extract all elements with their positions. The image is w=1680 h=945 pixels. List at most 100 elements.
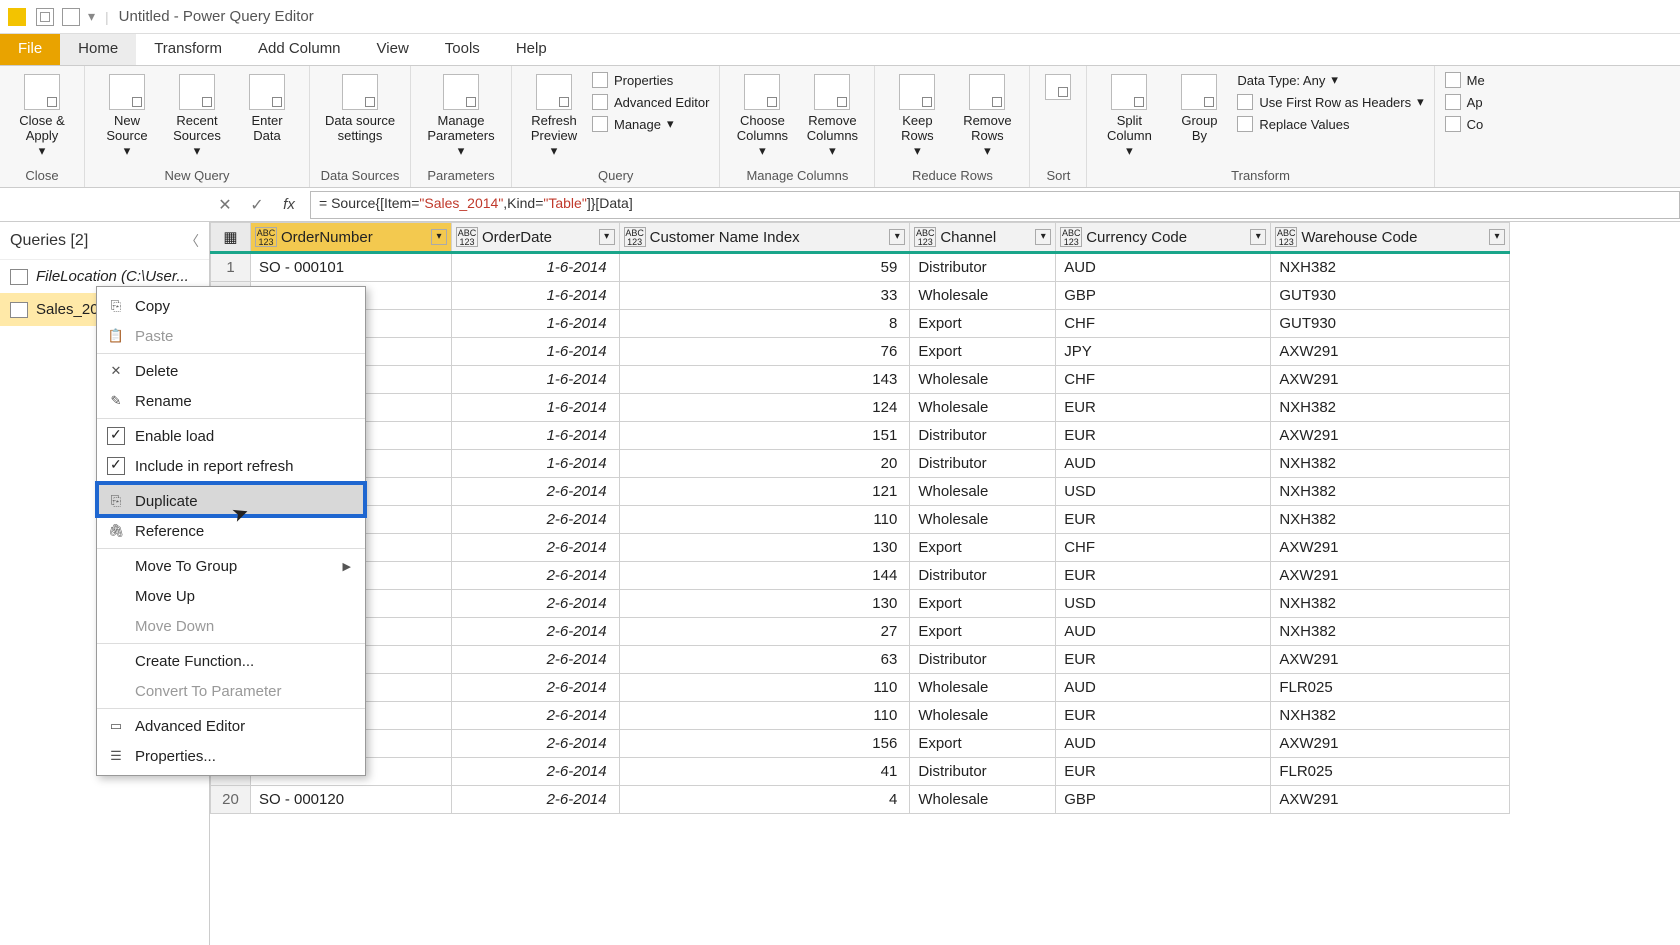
cell-channel[interactable]: Export: [910, 590, 1056, 618]
cell-customerindex[interactable]: 59: [619, 253, 910, 282]
cell-warehouse[interactable]: NXH382: [1271, 450, 1510, 478]
cell-channel[interactable]: Export: [910, 338, 1056, 366]
tab-home[interactable]: Home: [60, 34, 136, 65]
table-row[interactable]: 152-6-201463DistributorEURAXW291: [211, 646, 1510, 674]
cell-orderdate[interactable]: 2-6-2014: [451, 786, 619, 814]
cell-ordernumber[interactable]: SO - 000120: [251, 786, 452, 814]
row-number[interactable]: 1: [211, 253, 251, 282]
cell-warehouse[interactable]: FLR025: [1271, 674, 1510, 702]
cell-orderdate[interactable]: 1-6-2014: [451, 310, 619, 338]
cell-orderdate[interactable]: 2-6-2014: [451, 730, 619, 758]
cell-customerindex[interactable]: 151: [619, 422, 910, 450]
cell-warehouse[interactable]: NXH382: [1271, 590, 1510, 618]
cell-customerindex[interactable]: 130: [619, 534, 910, 562]
column-header-channel[interactable]: ABC123Channel▾: [910, 223, 1056, 253]
cell-warehouse[interactable]: AXW291: [1271, 730, 1510, 758]
table-row[interactable]: 81-6-201420DistributorAUDNXH382: [211, 450, 1510, 478]
table-row[interactable]: 41-6-201476ExportJPYAXW291: [211, 338, 1510, 366]
cell-warehouse[interactable]: AXW291: [1271, 534, 1510, 562]
cell-customerindex[interactable]: 110: [619, 506, 910, 534]
cell-customerindex[interactable]: 76: [619, 338, 910, 366]
manage-button[interactable]: Manage ▾: [592, 114, 709, 134]
manage-parameters-button[interactable]: Manage Parameters ▾: [421, 70, 501, 159]
cm-move-up[interactable]: Move Up: [97, 581, 365, 611]
column-header-warehouse[interactable]: ABC123Warehouse Code▾: [1271, 223, 1510, 253]
cell-channel[interactable]: Wholesale: [910, 394, 1056, 422]
queries-header[interactable]: Queries [2]〈: [0, 222, 209, 260]
cell-customerindex[interactable]: 124: [619, 394, 910, 422]
cell-customerindex[interactable]: 27: [619, 618, 910, 646]
cm-delete[interactable]: ✕Delete: [97, 353, 365, 386]
table-row[interactable]: 182-6-2014156ExportAUDAXW291: [211, 730, 1510, 758]
remove-columns-button[interactable]: Remove Columns ▾: [800, 70, 864, 159]
tab-help[interactable]: Help: [498, 34, 565, 65]
formula-input[interactable]: = Source{[Item="Sales_2014",Kind="Table"…: [310, 191, 1680, 219]
cell-currency[interactable]: EUR: [1056, 394, 1271, 422]
cell-warehouse[interactable]: AXW291: [1271, 366, 1510, 394]
cell-warehouse[interactable]: AXW291: [1271, 562, 1510, 590]
cell-channel[interactable]: Wholesale: [910, 786, 1056, 814]
cell-channel[interactable]: Wholesale: [910, 506, 1056, 534]
cell-orderdate[interactable]: 1-6-2014: [451, 253, 619, 282]
cell-orderdate[interactable]: 1-6-2014: [451, 338, 619, 366]
table-row[interactable]: 21-6-201433WholesaleGBPGUT930: [211, 282, 1510, 310]
cell-currency[interactable]: EUR: [1056, 562, 1271, 590]
cell-orderdate[interactable]: 2-6-2014: [451, 758, 619, 786]
cell-customerindex[interactable]: 110: [619, 702, 910, 730]
cell-channel[interactable]: Distributor: [910, 253, 1056, 282]
cell-orderdate[interactable]: 2-6-2014: [451, 506, 619, 534]
cell-channel[interactable]: Wholesale: [910, 282, 1056, 310]
cell-customerindex[interactable]: 4: [619, 786, 910, 814]
cell-channel[interactable]: Export: [910, 618, 1056, 646]
cm-properties[interactable]: ☰Properties...: [97, 741, 365, 771]
data-source-settings-button[interactable]: Data source settings: [320, 70, 400, 144]
cell-currency[interactable]: EUR: [1056, 506, 1271, 534]
append-queries-button[interactable]: Ap: [1445, 92, 1485, 112]
cell-customerindex[interactable]: 63: [619, 646, 910, 674]
cell-customerindex[interactable]: 156: [619, 730, 910, 758]
cell-warehouse[interactable]: NXH382: [1271, 702, 1510, 730]
cell-warehouse[interactable]: AXW291: [1271, 646, 1510, 674]
cm-include-refresh[interactable]: Include in report refresh: [97, 451, 365, 481]
cell-channel[interactable]: Wholesale: [910, 366, 1056, 394]
cell-currency[interactable]: EUR: [1056, 758, 1271, 786]
cell-currency[interactable]: AUD: [1056, 618, 1271, 646]
remove-rows-button[interactable]: Remove Rows ▾: [955, 70, 1019, 159]
properties-button[interactable]: Properties: [592, 70, 709, 90]
cell-orderdate[interactable]: 2-6-2014: [451, 590, 619, 618]
cell-orderdate[interactable]: 1-6-2014: [451, 422, 619, 450]
cell-channel[interactable]: Wholesale: [910, 674, 1056, 702]
table-row[interactable]: 112-6-2014130ExportCHFAXW291: [211, 534, 1510, 562]
cell-customerindex[interactable]: 8: [619, 310, 910, 338]
refresh-preview-button[interactable]: Refresh Preview ▾: [522, 70, 586, 159]
undo-icon[interactable]: [62, 8, 80, 26]
table-row[interactable]: 142-6-201427ExportAUDNXH382: [211, 618, 1510, 646]
cell-customerindex[interactable]: 144: [619, 562, 910, 590]
tab-view[interactable]: View: [359, 34, 427, 65]
advanced-editor-button[interactable]: Advanced Editor: [592, 92, 709, 112]
cell-warehouse[interactable]: NXH382: [1271, 394, 1510, 422]
filter-icon[interactable]: ▾: [431, 229, 447, 245]
cell-customerindex[interactable]: 110: [619, 674, 910, 702]
cell-orderdate[interactable]: 2-6-2014: [451, 702, 619, 730]
cell-orderdate[interactable]: 2-6-2014: [451, 674, 619, 702]
cell-channel[interactable]: Wholesale: [910, 478, 1056, 506]
merge-queries-button[interactable]: Me: [1445, 70, 1485, 90]
group-by-button[interactable]: Group By: [1167, 70, 1231, 144]
cell-channel[interactable]: Export: [910, 310, 1056, 338]
sort-asc-button[interactable]: [1040, 70, 1076, 104]
column-header-ordernumber[interactable]: ABC123OrderNumber▾: [251, 223, 452, 253]
cell-channel[interactable]: Wholesale: [910, 702, 1056, 730]
cm-create-function[interactable]: Create Function...: [97, 643, 365, 676]
cell-currency[interactable]: AUD: [1056, 730, 1271, 758]
column-header-orderdate[interactable]: ABC123OrderDate▾: [451, 223, 619, 253]
table-row[interactable]: 92-6-2014121WholesaleUSDNXH382: [211, 478, 1510, 506]
cell-currency[interactable]: CHF: [1056, 534, 1271, 562]
cell-warehouse[interactable]: GUT930: [1271, 310, 1510, 338]
cell-channel[interactable]: Distributor: [910, 758, 1056, 786]
table-row[interactable]: 102-6-2014110WholesaleEURNXH382: [211, 506, 1510, 534]
cell-currency[interactable]: USD: [1056, 478, 1271, 506]
table-corner[interactable]: ▦: [211, 223, 251, 253]
cell-channel[interactable]: Distributor: [910, 562, 1056, 590]
row-number[interactable]: 20: [211, 786, 251, 814]
